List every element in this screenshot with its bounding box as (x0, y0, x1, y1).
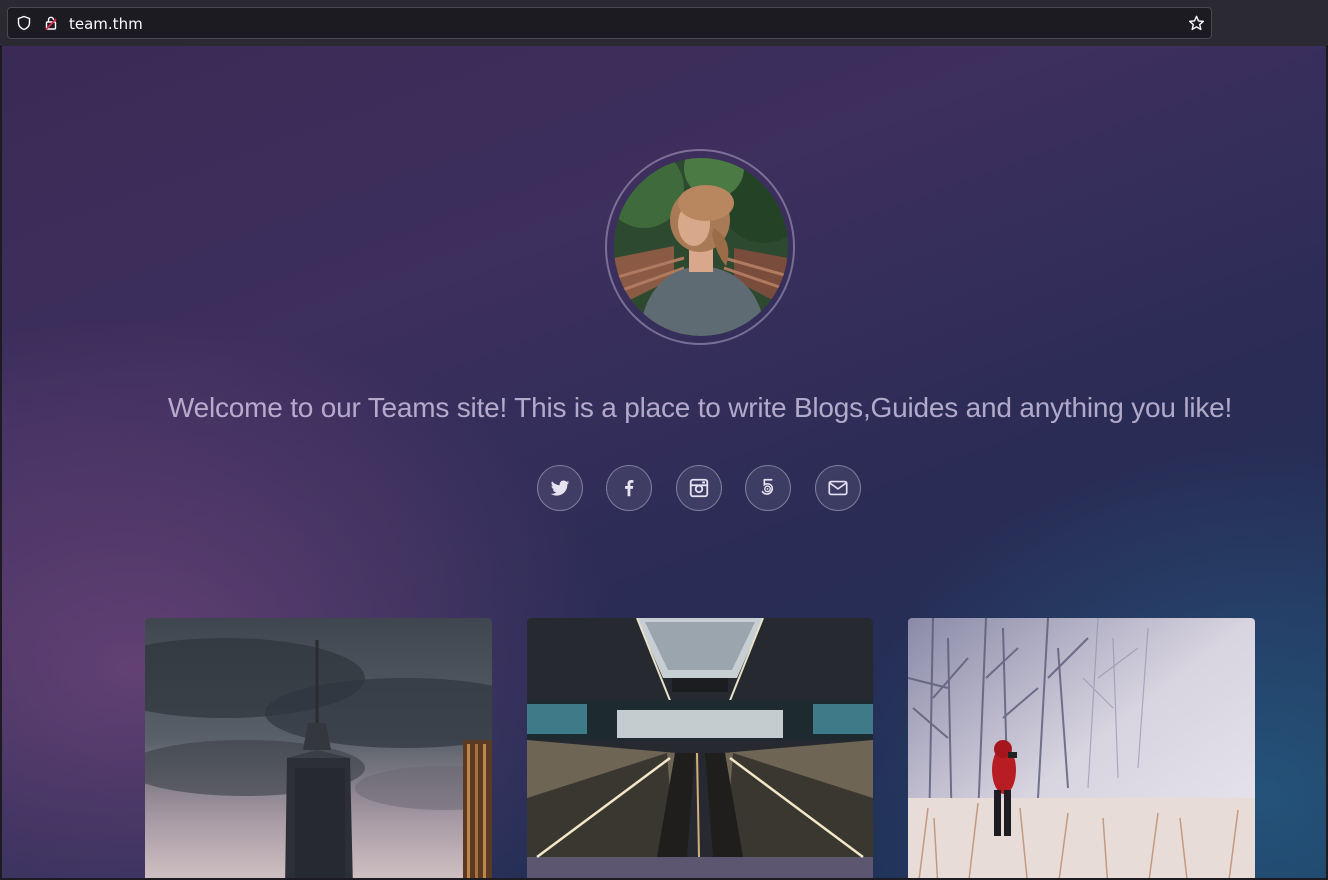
blog-card-city[interactable] (145, 618, 492, 878)
email-link[interactable] (815, 465, 861, 511)
welcome-heading: Welcome to our Teams site! This is a pla… (167, 392, 1233, 423)
escalator-station-photo (527, 618, 873, 878)
browser-toolbar: team.thm (0, 0, 1328, 47)
browser-window: team.thm Welcome to our Teams site! This… (0, 0, 1328, 880)
twitter-icon (550, 480, 570, 496)
lock-icon[interactable] (43, 15, 59, 31)
blog-card-snow[interactable] (908, 618, 1255, 878)
shield-icon[interactable] (16, 15, 32, 31)
500px-icon (761, 478, 774, 495)
star-icon[interactable] (1188, 15, 1205, 32)
address-bar[interactable]: team.thm (7, 7, 1212, 39)
snowy-forest-person-photo (908, 618, 1255, 878)
instagram-link[interactable] (676, 465, 722, 511)
facebook-link[interactable] (606, 465, 652, 511)
email-icon (828, 480, 848, 496)
blog-card-escalator[interactable] (527, 618, 873, 878)
url-text[interactable]: team.thm (69, 15, 143, 33)
twitter-link[interactable] (537, 465, 583, 511)
page-viewport: Welcome to our Teams site! This is a pla… (2, 46, 1326, 878)
instagram-icon (689, 478, 709, 498)
social-links (537, 465, 867, 515)
500px-link[interactable] (745, 465, 791, 511)
facebook-icon (625, 480, 634, 497)
city-skyscraper-photo (145, 618, 492, 878)
avatar (614, 158, 788, 336)
